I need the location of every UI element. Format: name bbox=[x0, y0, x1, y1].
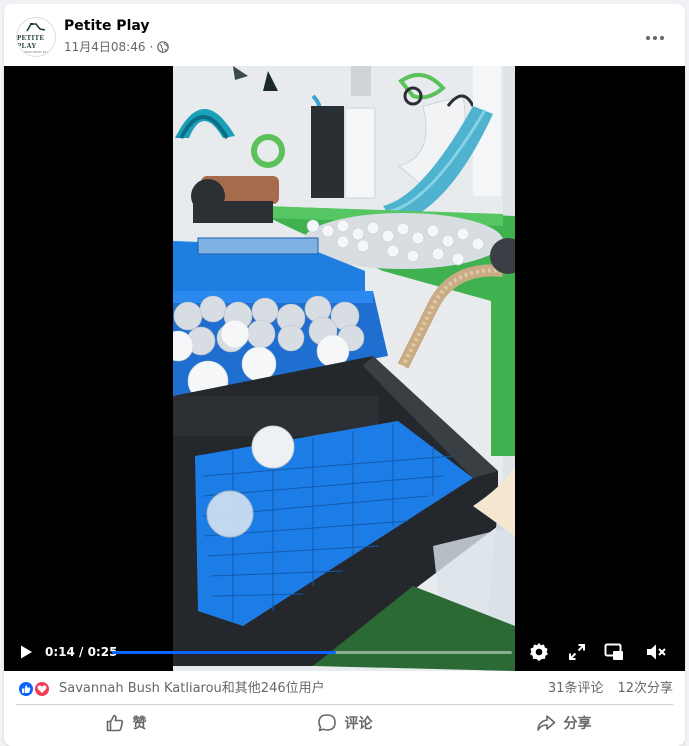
picture-in-picture-button[interactable] bbox=[602, 640, 626, 664]
divider bbox=[16, 704, 673, 705]
mute-button[interactable] bbox=[644, 640, 668, 664]
like-label: 赞 bbox=[132, 716, 147, 732]
fullscreen-icon bbox=[569, 644, 585, 660]
comment-label: 评论 bbox=[344, 716, 373, 732]
play-icon bbox=[21, 645, 32, 659]
progress-bar[interactable] bbox=[112, 651, 512, 654]
page-avatar[interactable]: PETITE PLAY GROW WITH PLAY bbox=[16, 17, 56, 57]
slide-logo-icon bbox=[26, 22, 46, 31]
avatar-logo-subtext: GROW WITH PLAY bbox=[21, 49, 51, 54]
post-actions: 赞 评论 分享 bbox=[16, 706, 673, 740]
page-name-link[interactable]: Petite Play bbox=[64, 17, 150, 35]
reactions-summary: Savannah Bush Katliarou和其他246位用户 31条评论 1… bbox=[4, 676, 685, 702]
globe-icon bbox=[157, 41, 170, 53]
post-meta: 11月4日08:46 · bbox=[64, 39, 170, 55]
play-button[interactable] bbox=[16, 642, 36, 662]
post-header: PETITE PLAY GROW WITH PLAY Petite Play 1… bbox=[4, 4, 685, 66]
more-options-button[interactable] bbox=[637, 20, 673, 56]
like-button[interactable]: 赞 bbox=[16, 706, 235, 740]
comment-icon bbox=[317, 714, 336, 732]
video-frame bbox=[173, 66, 515, 671]
post-timestamp[interactable]: 11月4日08:46 bbox=[64, 39, 146, 55]
settings-button[interactable] bbox=[527, 640, 551, 664]
share-button[interactable]: 分享 bbox=[454, 706, 673, 740]
settings-icon bbox=[530, 643, 548, 661]
picture-in-picture-icon bbox=[604, 643, 623, 660]
share-icon bbox=[536, 715, 555, 731]
share-count[interactable]: 12次分享 bbox=[617, 680, 673, 698]
volume-muted-icon bbox=[647, 644, 666, 660]
reaction-icons[interactable] bbox=[17, 680, 53, 698]
like-reaction-icon bbox=[17, 680, 35, 698]
fullscreen-button[interactable] bbox=[565, 640, 589, 664]
progress-fill bbox=[112, 651, 336, 654]
more-options-icon bbox=[646, 36, 650, 40]
avatar-logo-text: PETITE PLAY bbox=[17, 33, 45, 50]
comment-button[interactable]: 评论 bbox=[235, 706, 454, 740]
video-controls: 0:14 / 0:25 bbox=[4, 634, 685, 670]
video-time: 0:14 / 0:25 bbox=[45, 645, 118, 659]
meta-separator: · bbox=[149, 40, 154, 54]
share-label: 分享 bbox=[563, 716, 592, 732]
like-icon bbox=[106, 714, 123, 732]
video-still-image bbox=[173, 66, 515, 671]
love-reaction-icon bbox=[33, 680, 51, 698]
post-card: PETITE PLAY GROW WITH PLAY Petite Play 1… bbox=[4, 4, 685, 746]
comment-count[interactable]: 31条评论 bbox=[548, 680, 604, 698]
reaction-names[interactable]: Savannah Bush Katliarou和其他246位用户 bbox=[59, 680, 325, 698]
video-player[interactable]: 0:14 / 0:25 bbox=[4, 66, 685, 671]
engagement-counts: 31条评论 12次分享 bbox=[548, 680, 673, 698]
